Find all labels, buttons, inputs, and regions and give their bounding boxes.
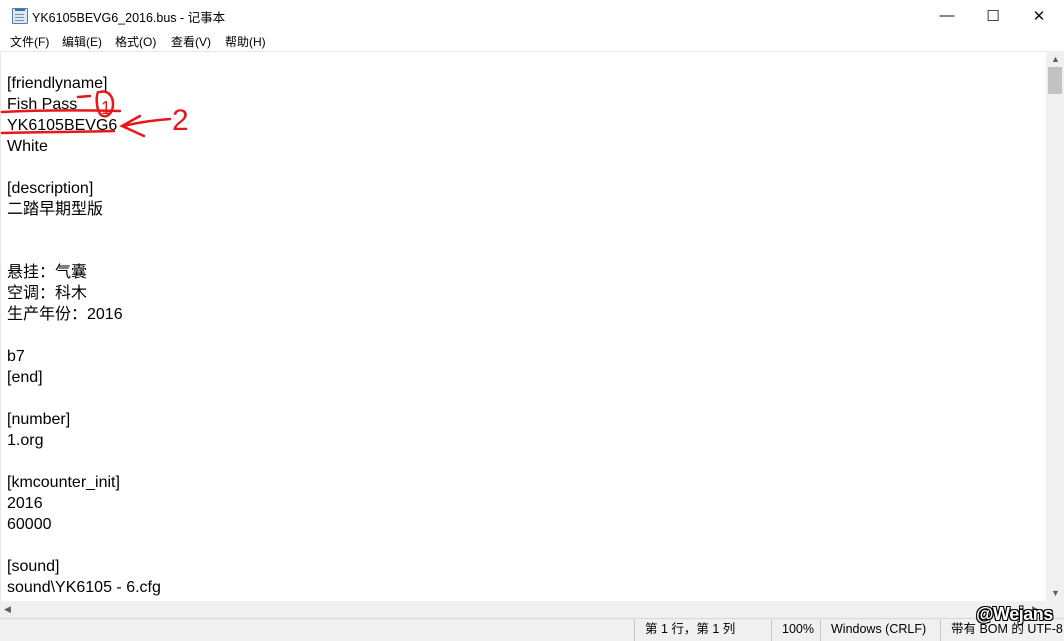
cursor-position: 第 1 行，第 1 列 bbox=[634, 619, 769, 641]
scroll-up-icon[interactable]: ▲ bbox=[1051, 54, 1060, 64]
editor-line: White bbox=[7, 138, 48, 155]
editor-line: [description] bbox=[7, 180, 94, 197]
menu-format[interactable]: 格式(O) bbox=[115, 33, 156, 50]
watermark: @Wejans bbox=[976, 604, 1053, 624]
editor-line: 悬挂：气囊 bbox=[7, 264, 88, 281]
vertical-scrollbar[interactable]: ▲ ▼ bbox=[1046, 51, 1064, 601]
scroll-down-icon[interactable]: ▼ bbox=[1051, 588, 1060, 598]
zoom-level: 100% bbox=[771, 619, 822, 641]
text-editor[interactable]: [friendlyname] Fish Pass YK6105BEVG6 Whi… bbox=[0, 51, 1047, 602]
editor-line: b7 bbox=[7, 348, 25, 365]
editor-line: 二踏早期型版 bbox=[7, 201, 104, 218]
vertical-scroll-thumb[interactable] bbox=[1048, 67, 1062, 94]
editor-line: [kmcounter_init] bbox=[7, 474, 120, 491]
editor-line: 空调：科木 bbox=[7, 285, 88, 302]
window-title: YK6105BEVG6_2016.bus - 记事本 bbox=[32, 11, 226, 25]
editor-line: 1.org bbox=[7, 432, 44, 449]
menu-edit[interactable]: 编辑(E) bbox=[62, 33, 102, 50]
editor-line: Fish Pass bbox=[7, 96, 78, 113]
minimize-button[interactable]: — bbox=[924, 0, 970, 31]
editor-line: [sound] bbox=[7, 558, 60, 575]
menu-file[interactable]: 文件(F) bbox=[10, 33, 49, 50]
title-bar: YK6105BEVG6_2016.bus - 记事本 — ☐ ✕ bbox=[0, 0, 1064, 31]
editor-line: 2016 bbox=[7, 495, 43, 512]
editor-line: 60000 bbox=[7, 516, 52, 533]
horizontal-scrollbar[interactable]: ◀ ▶ bbox=[0, 601, 1046, 618]
scroll-left-icon[interactable]: ◀ bbox=[4, 604, 11, 615]
menu-bar: 文件(F) 编辑(E) 格式(O) 查看(V) 帮助(H) bbox=[0, 31, 1064, 51]
status-bar: 第 1 行，第 1 列 100% Windows (CRLF) 带有 BOM 的… bbox=[0, 618, 1064, 641]
editor-line: 生产年份：2016 bbox=[7, 306, 123, 323]
editor-line: [number] bbox=[7, 411, 71, 428]
close-button[interactable]: ✕ bbox=[1016, 0, 1062, 31]
editor-line: sound\YK6105 - 6.cfg bbox=[7, 579, 161, 596]
maximize-button[interactable]: ☐ bbox=[970, 0, 1016, 31]
editor-line: [end] bbox=[7, 369, 43, 386]
menu-help[interactable]: 帮助(H) bbox=[225, 33, 266, 50]
editor-line: [friendlyname] bbox=[7, 75, 108, 92]
line-ending: Windows (CRLF) bbox=[820, 619, 941, 641]
menu-view[interactable]: 查看(V) bbox=[171, 33, 211, 50]
editor-line: YK6105BEVG6 bbox=[7, 117, 118, 134]
notepad-icon bbox=[12, 8, 28, 24]
